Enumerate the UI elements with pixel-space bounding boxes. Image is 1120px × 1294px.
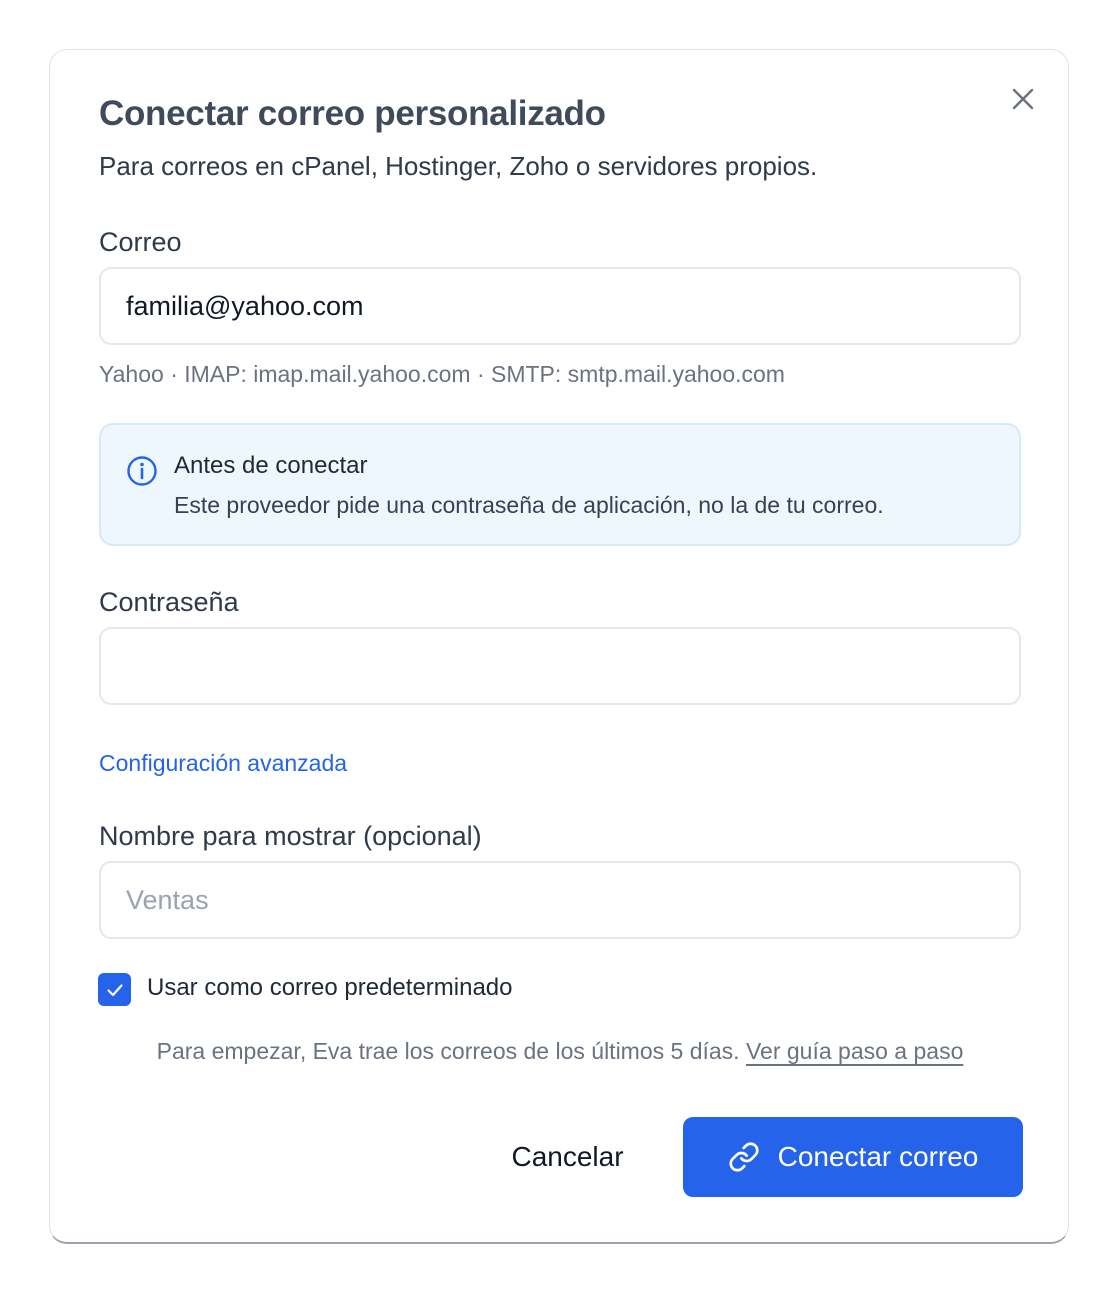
close-icon [1012, 88, 1034, 110]
advanced-settings-link[interactable]: Configuración avanzada [99, 750, 347, 777]
link-icon [728, 1141, 760, 1173]
dialog-title: Conectar correo personalizado [99, 94, 606, 133]
info-icon [127, 456, 157, 486]
step-by-step-guide-link[interactable]: Ver guía paso a paso [746, 1038, 963, 1064]
cancel-button[interactable]: Cancelar [490, 1117, 645, 1197]
notice-text: Este proveedor pide una contraseña de ap… [174, 492, 884, 518]
display-name-field[interactable] [99, 861, 1021, 939]
dialog-subtitle: Para correos en cPanel, Hostinger, Zoho … [99, 151, 818, 181]
password-label: Contraseña [99, 587, 239, 617]
footnote: Para empezar, Eva trae los correos de lo… [50, 1038, 1070, 1065]
password-field[interactable] [99, 627, 1021, 705]
default-email-label: Usar como correo predeterminado [147, 974, 513, 1001]
default-email-checkbox[interactable] [98, 973, 131, 1006]
email-server-hint: Yahoo · IMAP: imap.mail.yahoo.com · SMTP… [99, 361, 785, 387]
notice-title: Antes de conectar [174, 452, 368, 479]
checkmark-icon [106, 983, 123, 996]
connect-email-dialog: Conectar correo personalizado Para corre… [49, 49, 1069, 1244]
app-password-notice: Antes de conectar Este proveedor pide un… [99, 423, 1021, 546]
display-name-label: Nombre para mostrar (opcional) [99, 821, 482, 851]
connect-email-label: Conectar correo [777, 1141, 979, 1172]
connect-email-button[interactable]: Conectar correo [683, 1117, 1023, 1197]
email-field[interactable] [99, 267, 1021, 345]
email-label: Correo [99, 227, 182, 257]
close-button[interactable] [1008, 84, 1038, 114]
footnote-text: Para empezar, Eva trae los correos de lo… [156, 1038, 740, 1064]
